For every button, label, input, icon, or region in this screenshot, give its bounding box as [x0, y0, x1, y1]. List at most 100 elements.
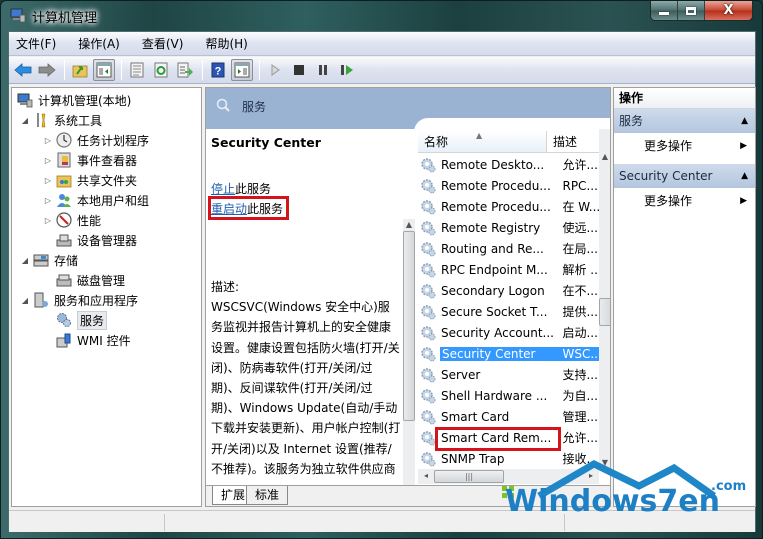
scroll-up-icon[interactable]: ▲	[599, 151, 610, 163]
refresh-button[interactable]	[150, 59, 172, 81]
service-name: Remote Deskto...	[441, 157, 545, 172]
svg-text:?: ?	[215, 66, 222, 78]
column-header-description[interactable]: 描述	[547, 131, 599, 152]
description-label: 描述:	[211, 280, 240, 294]
tree-item-device-manager[interactable]: 设备管理器	[56, 230, 137, 250]
service-row[interactable]: Server 支持...	[418, 364, 599, 385]
back-button[interactable]	[12, 59, 34, 81]
service-description-cell: RPC...	[562, 178, 598, 193]
tree-item-services-and-applications[interactable]: ◢ 服务和应用程序	[20, 290, 138, 310]
service-row[interactable]: Remote Deskto... 允许...	[418, 154, 599, 175]
tree-item-label: 共享文件夹	[77, 173, 138, 188]
menu-bar: 文件(F) 操作(A) 查看(V) 帮助(H)	[9, 32, 755, 56]
service-row[interactable]: Routing and Re... 在局...	[418, 238, 599, 259]
collapse-up-icon[interactable]: ▲	[741, 109, 748, 133]
menu-action[interactable]: 操作(A)	[76, 35, 122, 52]
collapsed-arrow-icon[interactable]: ▷	[43, 176, 53, 185]
collapsed-arrow-icon[interactable]: ▷	[43, 136, 53, 145]
show-hide-action-pane-button[interactable]	[231, 59, 253, 81]
services-more-actions[interactable]: 更多操作 ▶	[614, 134, 755, 158]
forward-button[interactable]	[36, 59, 58, 81]
actions-group-security-center[interactable]: Security Center ▲	[614, 164, 755, 188]
tree-item-system-tools[interactable]: ◢ 系统工具	[20, 110, 102, 130]
service-description-cell: 支持...	[562, 368, 598, 382]
service-name: RPC Endpoint M...	[441, 262, 548, 277]
tree-item-disk-management[interactable]: 磁盘管理	[56, 270, 125, 290]
tree-item-event-viewer[interactable]: ▷ 事件查看器	[43, 150, 137, 170]
services-horizontal-scrollbar[interactable]: ◂ ||| ▸	[418, 469, 599, 484]
services-scroll-thumb[interactable]	[599, 298, 610, 326]
scroll-down-icon[interactable]: ▼	[599, 457, 610, 469]
export-list-button[interactable]	[174, 59, 196, 81]
minimize-button[interactable]	[651, 1, 678, 20]
service-row[interactable]: Remote Procedu... 在 W...	[418, 196, 599, 217]
tree-item-wmi-control[interactable]: WMI 控件	[56, 330, 131, 350]
service-row[interactable]: Secondary Logon 在不...	[418, 280, 599, 301]
scroll-up-icon[interactable]: ▲	[403, 219, 415, 231]
properties-icon	[130, 62, 144, 78]
collapsed-arrow-icon[interactable]: ▷	[43, 156, 53, 165]
expanded-arrow-icon[interactable]: ◢	[20, 296, 30, 305]
service-row[interactable]: Security Center WSC...	[418, 343, 599, 364]
services-vertical-scrollbar[interactable]: ▲ ▼	[599, 129, 610, 469]
service-row[interactable]: Remote Registry 使远...	[418, 217, 599, 238]
service-row[interactable]: RPC Endpoint M... 解析 ...	[418, 259, 599, 280]
service-gear-icon	[421, 409, 436, 424]
service-row[interactable]: Secure Socket T... 提供...	[418, 301, 599, 322]
window-title: 计算机管理	[32, 11, 98, 26]
service-row[interactable]: Shell Hardware ... 为自...	[418, 385, 599, 406]
expanded-arrow-icon[interactable]: ◢	[20, 256, 30, 265]
tree-item-performance[interactable]: ▷ 性能	[43, 210, 101, 230]
menu-view[interactable]: 查看(V)	[140, 35, 186, 52]
stop-service-link[interactable]: 停止	[211, 182, 235, 196]
menu-file[interactable]: 文件(F)	[14, 35, 58, 52]
menu-help[interactable]: 帮助(H)	[203, 35, 249, 52]
scroll-left-icon[interactable]: ◂	[420, 470, 432, 482]
tree-item-task-scheduler[interactable]: ▷ 任务计划程序	[43, 130, 149, 150]
security-center-more-actions[interactable]: 更多操作 ▶	[614, 189, 755, 213]
restart-service-button[interactable]	[336, 59, 358, 81]
show-hide-tree-button[interactable]	[93, 59, 115, 81]
close-button[interactable]: X	[705, 1, 752, 20]
tree-item-shared-folders[interactable]: ▷ 共享文件夹	[43, 170, 137, 190]
service-row[interactable]: Remote Procedu... RPC...	[418, 175, 599, 196]
submenu-arrow-icon: ▶	[740, 141, 747, 151]
collapsed-arrow-icon[interactable]: ▷	[43, 216, 53, 225]
tree-item-services[interactable]: 服务	[56, 310, 108, 330]
collapsed-arrow-icon[interactable]: ▷	[43, 196, 53, 205]
maximize-icon	[686, 6, 696, 15]
service-name: Secondary Logon	[441, 283, 545, 298]
services-magnifier-icon	[216, 98, 230, 112]
start-service-button[interactable]	[264, 59, 286, 81]
title-bar[interactable]: 计算机管理 X	[1, 1, 762, 31]
column-header-name[interactable]: ▲ 名称	[418, 131, 547, 152]
horizontal-scroll-thumb[interactable]: |||	[434, 470, 504, 483]
service-name: Security Account...	[441, 325, 554, 340]
tree-item-label: 事件查看器	[77, 153, 138, 168]
help-button[interactable]: ?	[207, 59, 229, 81]
maximize-button[interactable]	[678, 1, 705, 20]
service-row[interactable]: Smart Card 管理...	[418, 406, 599, 427]
stop-service-button[interactable]	[288, 59, 310, 81]
collapse-up-icon[interactable]: ▲	[741, 164, 748, 188]
expanded-arrow-icon[interactable]: ◢	[20, 116, 30, 125]
pause-service-button[interactable]	[312, 59, 334, 81]
console-tree: 计算机管理(本地) ◢ 系统工具 ▷ 任务计划程序 ▷ 事件查看器 ▷ 共享文件…	[11, 87, 202, 507]
actions-group-services[interactable]: 服务 ▲	[614, 109, 755, 133]
scroll-right-icon[interactable]: ▸	[585, 470, 597, 482]
service-name: Smart Card	[441, 409, 510, 424]
description-scroll-thumb[interactable]	[403, 231, 415, 421]
toolbar: ?	[9, 57, 755, 84]
minimize-icon	[659, 12, 669, 15]
tree-item-computer-management[interactable]: 计算机管理(本地)	[17, 90, 131, 110]
tab-standard[interactable]: 标准	[246, 486, 289, 505]
service-row[interactable]: Security Account... 启动...	[418, 322, 599, 343]
tree-item-local-users[interactable]: ▷ 本地用户和组	[43, 190, 149, 210]
service-row[interactable]: SNMP Trap 接收...	[418, 448, 599, 469]
tree-item-storage[interactable]: ◢ 存储	[20, 250, 78, 270]
up-folder-icon	[72, 65, 88, 78]
tree-item-label: 计算机管理(本地)	[38, 93, 132, 108]
properties-button[interactable]	[126, 59, 148, 81]
description-scrollbar[interactable]: ▲ ▼	[403, 219, 415, 506]
up-level-button[interactable]	[69, 59, 91, 81]
